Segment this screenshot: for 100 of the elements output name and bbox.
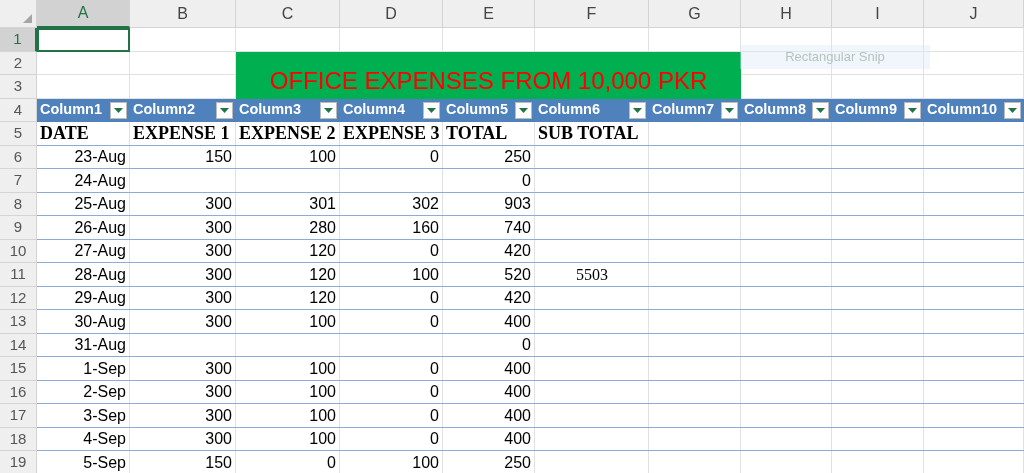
row-header[interactable]: 15 bbox=[0, 357, 37, 381]
table-cell-text: 0 bbox=[429, 405, 440, 426]
table-cell-text: 302 bbox=[411, 194, 440, 215]
row-header[interactable]: 9 bbox=[0, 216, 37, 240]
column-header[interactable]: G bbox=[649, 0, 741, 28]
filter-dropdown-button[interactable] bbox=[1004, 101, 1021, 119]
table-cell-text: 2-Sep bbox=[82, 382, 127, 403]
caret-icon bbox=[324, 107, 333, 113]
row-header[interactable]: 13 bbox=[0, 310, 37, 334]
column-header[interactable]: C bbox=[236, 0, 340, 28]
table-cell-text: 0 bbox=[326, 452, 337, 473]
column-header[interactable]: I bbox=[832, 0, 924, 28]
filter-dropdown-button[interactable] bbox=[515, 101, 532, 119]
table-cell-text: 300 bbox=[204, 194, 233, 215]
row-header[interactable]: 5 bbox=[0, 122, 37, 146]
row-header[interactable]: 4 bbox=[0, 98, 37, 122]
column-title: Column6 bbox=[538, 100, 601, 120]
column-title: Column4 bbox=[343, 100, 406, 120]
table-cell-text: 23-Aug bbox=[73, 147, 127, 168]
row-header[interactable]: 7 bbox=[0, 169, 37, 193]
table-cell-text: 29-Aug bbox=[73, 288, 127, 309]
table-cell-text: 31-Aug bbox=[73, 335, 127, 356]
column-title: Column10 bbox=[927, 100, 998, 120]
caret-icon bbox=[725, 107, 734, 113]
caret-icon bbox=[114, 107, 123, 113]
table-cell-text: 301 bbox=[308, 194, 337, 215]
heading-cell-text: DATE bbox=[39, 122, 90, 146]
column-header[interactable]: E bbox=[443, 0, 535, 28]
table-cell-text: 27-Aug bbox=[73, 241, 127, 262]
table-cell-text: 300 bbox=[204, 264, 233, 285]
table-cell-text: 100 bbox=[308, 405, 337, 426]
table-cell-text: 160 bbox=[411, 217, 440, 238]
row-header[interactable]: 10 bbox=[0, 239, 37, 263]
row-header[interactable]: 3 bbox=[0, 75, 37, 99]
row-header[interactable]: 12 bbox=[0, 286, 37, 310]
table-cell-text: 26-Aug bbox=[73, 217, 127, 238]
table-cell-text: 30-Aug bbox=[73, 311, 127, 332]
table-cell-text: 740 bbox=[503, 217, 532, 238]
table-cell-text: 0 bbox=[521, 170, 532, 191]
table-cell-text: 400 bbox=[503, 311, 532, 332]
table-cell-text: 100 bbox=[308, 311, 337, 332]
row-header[interactable]: 2 bbox=[0, 51, 37, 75]
column-title: Column5 bbox=[446, 100, 509, 120]
table-cell-text: 5503 bbox=[575, 264, 609, 285]
row-header[interactable]: 1 bbox=[0, 28, 37, 52]
filter-dropdown-button[interactable] bbox=[110, 101, 127, 119]
heading-cell-text: EXPENSE 1 bbox=[132, 122, 231, 146]
column-header[interactable]: H bbox=[741, 0, 832, 28]
table-cell-text: 150 bbox=[204, 147, 233, 168]
row-header[interactable]: 18 bbox=[0, 427, 37, 451]
selected-cell[interactable] bbox=[37, 28, 130, 52]
table-cell-text: 0 bbox=[429, 358, 440, 379]
row-header[interactable]: 11 bbox=[0, 263, 37, 287]
row-header[interactable]: 6 bbox=[0, 145, 37, 169]
table-cell-text: 120 bbox=[308, 288, 337, 309]
table-cell-text: 280 bbox=[308, 217, 337, 238]
row-header[interactable]: 19 bbox=[0, 451, 37, 473]
table-cell-text: 100 bbox=[411, 452, 440, 473]
caret-icon bbox=[220, 107, 229, 113]
filter-dropdown-button[interactable] bbox=[629, 101, 646, 119]
row-header[interactable]: 16 bbox=[0, 380, 37, 404]
table-cell-text: 100 bbox=[411, 264, 440, 285]
table-cell-text: 0 bbox=[429, 429, 440, 450]
table-cell-text: 120 bbox=[308, 241, 337, 262]
column-header[interactable]: A bbox=[37, 0, 130, 28]
table-cell-text: 400 bbox=[503, 429, 532, 450]
column-header[interactable]: D bbox=[340, 0, 443, 28]
table-cell-text: 4-Sep bbox=[82, 429, 127, 450]
heading-cell-text: EXPENSE 3 bbox=[342, 122, 441, 146]
column-header[interactable]: B bbox=[130, 0, 236, 28]
title-banner: OFFICE EXPENSES FROM 10,000 PKR bbox=[236, 51, 741, 99]
column-title: Column2 bbox=[133, 100, 196, 120]
table-cell-text: 400 bbox=[503, 405, 532, 426]
filter-dropdown-button[interactable] bbox=[904, 101, 921, 119]
filter-dropdown-button[interactable] bbox=[320, 101, 337, 119]
row-header[interactable]: 14 bbox=[0, 333, 37, 357]
filter-dropdown-button[interactable] bbox=[812, 101, 829, 119]
table-cell-text: 5-Sep bbox=[82, 452, 127, 473]
table-cell-text: 250 bbox=[503, 147, 532, 168]
table-cell-text: 0 bbox=[429, 311, 440, 332]
table-cell-text: 0 bbox=[429, 147, 440, 168]
table-cell-text: 25-Aug bbox=[73, 194, 127, 215]
row-header[interactable]: 17 bbox=[0, 404, 37, 428]
table-cell-text: 903 bbox=[503, 194, 532, 215]
heading-cell-text: SUB TOTAL bbox=[537, 122, 640, 146]
table-cell-text: 300 bbox=[204, 217, 233, 238]
filter-dropdown-button[interactable] bbox=[721, 101, 738, 119]
row-header[interactable]: 8 bbox=[0, 192, 37, 216]
column-title: Column8 bbox=[744, 100, 807, 120]
table-cell-text: 150 bbox=[204, 452, 233, 473]
table-cell-text: 300 bbox=[204, 429, 233, 450]
caret-icon bbox=[816, 107, 825, 113]
filter-dropdown-button[interactable] bbox=[423, 101, 440, 119]
table-cell-text: 420 bbox=[503, 241, 532, 262]
caret-icon bbox=[633, 107, 642, 113]
column-header[interactable]: J bbox=[924, 0, 1024, 28]
caret-icon bbox=[1008, 107, 1017, 113]
column-header[interactable]: F bbox=[535, 0, 649, 28]
filter-dropdown-button[interactable] bbox=[216, 101, 233, 119]
table-cell-text: 250 bbox=[503, 452, 532, 473]
